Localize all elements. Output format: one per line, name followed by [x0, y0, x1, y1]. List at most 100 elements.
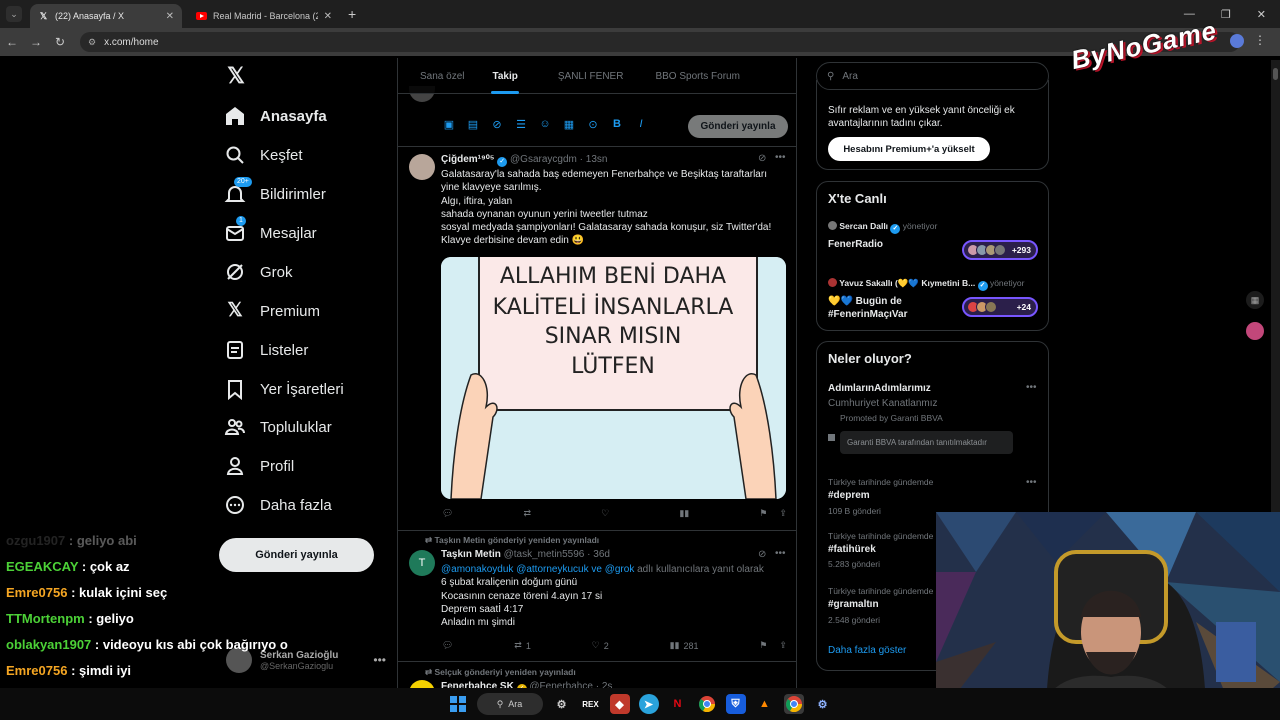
- grok-tweet-icon[interactable]: ⊘: [758, 153, 766, 164]
- repost-icon[interactable]: ⇄: [524, 508, 532, 519]
- trend-name[interactable]: #deprem: [828, 490, 870, 501]
- bookmark-icon[interactable]: ⚑: [759, 508, 767, 519]
- nav-home[interactable]: Anasayfa: [224, 101, 327, 131]
- windows-start-icon[interactable]: [448, 694, 468, 714]
- nav-notifications[interactable]: 20+ Bildirimler: [224, 177, 326, 209]
- tab-sanli-fener[interactable]: ŞANLI FENER: [547, 58, 635, 94]
- tweet-image[interactable]: ALLAHIM BENİ DAHA KALİTELİ İNSANLARLA SI…: [441, 257, 786, 499]
- extension-avatar-icon[interactable]: [1246, 322, 1264, 340]
- forward-icon[interactable]: →: [24, 35, 48, 49]
- nav-profile[interactable]: Profil: [224, 451, 294, 481]
- avatar[interactable]: T: [409, 550, 435, 576]
- promoted-trend-name[interactable]: AdımlarınAdımlarımız: [828, 383, 931, 394]
- nav-explore[interactable]: Keşfet: [224, 140, 303, 170]
- taskbar-search[interactable]: ⚲ Ara: [476, 693, 543, 715]
- more-dots-icon[interactable]: •••: [775, 548, 786, 559]
- reload-icon[interactable]: ↻: [48, 35, 72, 49]
- like-button[interactable]: ♡ 2: [592, 640, 609, 651]
- rex-app-icon[interactable]: REX: [581, 694, 601, 714]
- reply-icon[interactable]: 💬︎: [442, 640, 453, 651]
- premium-upgrade-button[interactable]: Hesabını Premium+'a yükselt: [828, 137, 990, 161]
- trend-name[interactable]: #fatihürek: [828, 544, 876, 555]
- site-info-icon[interactable]: ⚙: [88, 37, 96, 48]
- poll-icon[interactable]: ☰: [514, 118, 528, 131]
- post-button[interactable]: Gönderi yayınla: [219, 538, 374, 572]
- reply-icon[interactable]: 💬︎: [442, 508, 453, 519]
- gear-app-icon[interactable]: ⚙: [813, 694, 833, 714]
- like-icon[interactable]: ♡: [601, 508, 609, 519]
- author-handle[interactable]: @task_metin5596: [504, 549, 585, 560]
- trend-name[interactable]: #gramaltın: [828, 599, 879, 610]
- nav-more[interactable]: Daha fazla: [224, 490, 332, 520]
- author-name[interactable]: Çiğdem¹⁹⁰⁵: [441, 154, 494, 165]
- avatar[interactable]: [409, 154, 435, 180]
- close-tab-icon[interactable]: ✕: [324, 11, 332, 22]
- netflix-icon[interactable]: N: [668, 694, 688, 714]
- close-window-icon[interactable]: ✕: [1257, 8, 1266, 21]
- nav-communities[interactable]: Topluluklar: [224, 412, 332, 442]
- italic-icon[interactable]: I: [634, 118, 648, 131]
- telegram-icon[interactable]: ➤: [638, 694, 659, 714]
- share-icon[interactable]: ⇪: [779, 640, 787, 651]
- x-logo-icon[interactable]: 𝕏: [224, 64, 248, 88]
- tab-search-icon[interactable]: ⌄: [6, 6, 22, 22]
- settings-app-icon[interactable]: ⚙: [552, 694, 572, 714]
- live-space-title[interactable]: FenerRadio: [828, 238, 883, 251]
- url-input[interactable]: ⚙ x.com/home: [80, 32, 1240, 52]
- location-icon[interactable]: ⊙: [586, 118, 600, 131]
- chrome-active-icon[interactable]: [783, 694, 804, 714]
- share-icon[interactable]: ⇪: [779, 508, 787, 519]
- maximize-icon[interactable]: ❐: [1221, 8, 1231, 21]
- tab-bbo-sports[interactable]: BBO Sports Forum: [644, 58, 750, 94]
- tweet-time[interactable]: 13sn: [586, 154, 608, 165]
- show-more-link[interactable]: Daha fazla göster: [828, 645, 906, 656]
- live-listeners[interactable]: +293: [962, 240, 1038, 260]
- nav-bookmarks[interactable]: Yer İşaretleri: [224, 374, 344, 404]
- reply-mentions[interactable]: @amonakoyduk @attorneykucuk ve @grok: [441, 564, 634, 575]
- tab-x-home[interactable]: 𝕏 (22) Anasayfa / X ✕: [30, 4, 182, 28]
- red-app-icon[interactable]: ◆: [609, 694, 630, 714]
- grok-tweet-icon[interactable]: ⊘: [758, 549, 766, 560]
- views-button[interactable]: ▮▮ 281: [670, 640, 699, 651]
- repost-note-text[interactable]: Selçuk gönderiyi yeniden yayınladı: [434, 667, 575, 677]
- live-space-title[interactable]: 💛💙 Bugün de #FenerinMaçıVar: [828, 295, 958, 321]
- browser-profile-avatar[interactable]: [1230, 34, 1244, 48]
- scrollbar-thumb[interactable]: [1273, 68, 1278, 80]
- bold-icon[interactable]: B: [610, 118, 624, 131]
- nav-premium[interactable]: 𝕏 Premium: [224, 296, 320, 326]
- live-host[interactable]: Yavuz Sakallı (💛💙 Kıymetini B... ✓ yönet…: [828, 278, 1038, 291]
- media-icon[interactable]: ▣: [442, 118, 456, 131]
- vlc-icon[interactable]: ▲: [755, 694, 775, 714]
- live-host[interactable]: Sercan Dallı ✓ yönetiyor: [828, 221, 937, 234]
- gif-icon[interactable]: ▤: [466, 118, 480, 131]
- more-dots-icon[interactable]: •••: [1026, 477, 1037, 488]
- author-name[interactable]: Taşkın Metin: [441, 549, 501, 560]
- author-handle[interactable]: @Gsaraycgdm: [510, 154, 577, 165]
- tab-youtube[interactable]: Real Madrid - Barcelona (2-1) - ✕: [188, 4, 340, 28]
- grok-compose-icon[interactable]: ⊘: [490, 118, 504, 131]
- compose-post-button[interactable]: Gönderi yayınla: [688, 115, 788, 138]
- emoji-icon[interactable]: ☺: [538, 118, 552, 131]
- tweet-time[interactable]: 36d: [593, 549, 610, 560]
- more-dots-icon[interactable]: •••: [373, 653, 386, 667]
- chrome-icon[interactable]: [697, 694, 717, 714]
- nav-messages[interactable]: 1 Mesajlar: [224, 216, 317, 248]
- browser-menu-icon[interactable]: ⋮: [1254, 33, 1266, 47]
- tab-for-you[interactable]: Sana özel: [398, 58, 475, 94]
- views-icon[interactable]: ▮▮: [679, 508, 689, 519]
- repost-button[interactable]: ⇄ 1: [514, 640, 531, 651]
- nav-grok[interactable]: Grok: [224, 257, 293, 287]
- more-dots-icon[interactable]: •••: [775, 152, 786, 163]
- more-dots-icon[interactable]: •••: [1026, 382, 1037, 393]
- live-listeners[interactable]: +24: [962, 297, 1038, 317]
- close-tab-icon[interactable]: ✕: [166, 11, 174, 22]
- new-tab-icon[interactable]: +: [348, 6, 356, 22]
- repost-note-text[interactable]: Taşkın Metin gönderiyi yeniden yayınladı: [434, 535, 599, 545]
- schedule-icon[interactable]: ▦: [562, 118, 576, 131]
- bookmark-icon[interactable]: ⚑: [759, 640, 767, 651]
- back-icon[interactable]: ←: [0, 35, 24, 49]
- nav-lists[interactable]: Listeler: [224, 335, 308, 365]
- bitwarden-icon[interactable]: ⛨: [725, 694, 746, 714]
- tab-following[interactable]: Takip: [481, 58, 528, 94]
- extension-grid-icon[interactable]: ▦: [1246, 291, 1264, 309]
